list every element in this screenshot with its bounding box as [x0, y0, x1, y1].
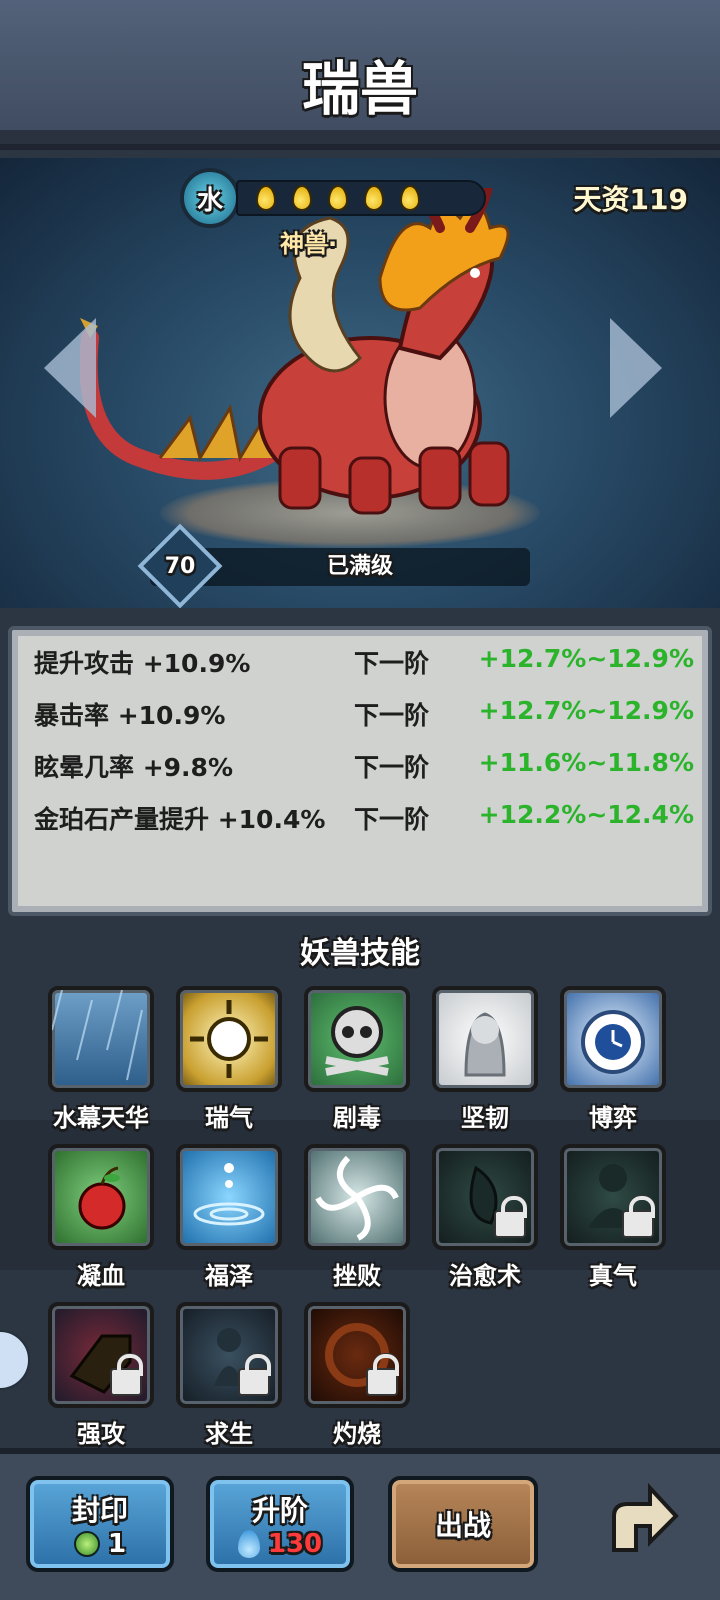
- skills-title: 妖兽技能: [300, 936, 420, 971]
- seal-button[interactable]: 封印 1: [26, 1476, 174, 1572]
- fist-icon: [48, 1302, 154, 1408]
- stat-next-label: 下一阶: [354, 649, 430, 678]
- skill-name: 凝血: [77, 1262, 125, 1290]
- skill-slot[interactable]: 福泽: [176, 1144, 282, 1291]
- header-bar: 瑞兽: [0, 0, 720, 150]
- stat-row: 暴击率 +10.9% 下一阶 +12.7%~12.9%: [34, 696, 694, 736]
- stat-next-value: +12.7%~12.9%: [478, 644, 694, 673]
- lock-icon: [110, 1354, 143, 1396]
- vortex-icon: [304, 1144, 410, 1250]
- skill-name: 灼烧: [333, 1420, 381, 1448]
- skill-name: 剧毒: [333, 1104, 381, 1132]
- apple-icon: [48, 1144, 154, 1250]
- stat-label: 眩晕几率 +9.8%: [34, 753, 233, 782]
- skill-name: 福泽: [205, 1262, 253, 1290]
- star-drop-icon: [400, 185, 420, 211]
- lock-icon: [238, 1354, 271, 1396]
- stat-label: 金珀石产量提升 +10.4%: [34, 805, 326, 834]
- beast-display: 水 天资119 神兽· 70 已满级: [0, 158, 720, 608]
- upgrade-button[interactable]: 升阶 130: [206, 1476, 354, 1572]
- talent-value: 天资119: [573, 183, 688, 216]
- skill-slot[interactable]: 凝血: [48, 1144, 154, 1291]
- upgrade-label: 升阶: [251, 1494, 308, 1527]
- skill-name: 水幕天华: [53, 1104, 149, 1132]
- star-drop-icon: [364, 185, 384, 211]
- stats-panel: 提升攻击 +10.9% 下一阶 +12.7%~12.9% 暴击率 +10.9% …: [8, 626, 712, 916]
- stat-next-value: +12.2%~12.4%: [478, 800, 694, 829]
- skill-slot[interactable]: 强攻: [48, 1302, 154, 1449]
- skill-name: 强攻: [77, 1420, 125, 1448]
- skill-name: 挫败: [333, 1262, 381, 1290]
- stat-next-label: 下一阶: [354, 701, 430, 730]
- star-bar: [236, 180, 486, 216]
- skill-name: 真气: [589, 1262, 637, 1290]
- stat-label: 提升攻击 +10.9%: [34, 649, 251, 678]
- skill-slot[interactable]: 挫败: [304, 1144, 410, 1291]
- skill-slot[interactable]: 真气: [560, 1144, 666, 1291]
- stat-row: 眩晕几率 +9.8% 下一阶 +11.6%~11.8%: [34, 748, 694, 788]
- side-avatar[interactable]: [0, 1330, 30, 1390]
- lock-icon: [622, 1196, 655, 1238]
- skill-slot[interactable]: 瑞气: [176, 986, 282, 1133]
- skill-slot[interactable]: 治愈术: [432, 1144, 538, 1291]
- skill-slot[interactable]: 灼烧: [304, 1302, 410, 1449]
- fire-icon: [304, 1302, 410, 1408]
- meditate-icon: [560, 1144, 666, 1250]
- level-number: 70: [164, 554, 196, 579]
- seal-count: 1: [107, 1529, 127, 1559]
- skill-slot[interactable]: 求生: [176, 1302, 282, 1449]
- stat-next-label: 下一阶: [354, 753, 430, 782]
- lock-icon: [494, 1196, 527, 1238]
- stat-row: 提升攻击 +10.9% 下一阶 +12.7%~12.9%: [34, 644, 694, 684]
- stat-label: 暴击率 +10.9%: [34, 701, 226, 730]
- back-arrow-icon[interactable]: [600, 1480, 680, 1560]
- star-drop-icon: [256, 185, 276, 211]
- leaf-icon: [432, 1144, 538, 1250]
- skill-name: 博弈: [589, 1104, 637, 1132]
- ghost-icon: [176, 1302, 282, 1408]
- skill-slot[interactable]: 坚韧: [432, 986, 538, 1133]
- skill-slot[interactable]: 剧毒: [304, 986, 410, 1133]
- prev-arrow-icon[interactable]: [44, 318, 96, 418]
- skull-icon: [304, 986, 410, 1092]
- element-badge: 水: [180, 168, 240, 228]
- skill-name: 治愈术: [449, 1262, 521, 1290]
- clock-icon: [560, 986, 666, 1092]
- skill-slot[interactable]: 博弈: [560, 986, 666, 1133]
- beast-rank: 神兽·: [280, 230, 338, 258]
- skill-slot[interactable]: 水幕天华: [48, 986, 154, 1133]
- stat-next-value: +11.6%~11.8%: [478, 748, 694, 777]
- stat-row: 金珀石产量提升 +10.4% 下一阶 +12.2%~12.4%: [34, 800, 694, 840]
- figure-icon: [432, 986, 538, 1092]
- skill-name: 坚韧: [461, 1104, 509, 1132]
- skill-name: 求生: [205, 1420, 253, 1448]
- water-ripple-icon: [176, 1144, 282, 1250]
- page-title: 瑞兽: [301, 55, 418, 123]
- sun-icon: [176, 986, 282, 1092]
- battle-button[interactable]: 出战: [388, 1476, 538, 1572]
- lock-icon: [366, 1354, 399, 1396]
- battle-label: 出战: [434, 1509, 491, 1542]
- rain-icon: [48, 986, 154, 1092]
- level-status: 已满级: [326, 554, 393, 579]
- next-arrow-icon[interactable]: [610, 318, 662, 418]
- star-drop-icon: [292, 185, 312, 211]
- stat-next-value: +12.7%~12.9%: [478, 696, 694, 725]
- skill-name: 瑞气: [205, 1104, 253, 1132]
- seal-label: 封印: [71, 1494, 128, 1527]
- upgrade-cost: 130: [267, 1529, 323, 1559]
- seal-token-icon: [73, 1531, 100, 1557]
- star-drop-icon: [328, 185, 348, 211]
- soul-flame-icon: [237, 1530, 260, 1558]
- stat-next-label: 下一阶: [354, 805, 430, 834]
